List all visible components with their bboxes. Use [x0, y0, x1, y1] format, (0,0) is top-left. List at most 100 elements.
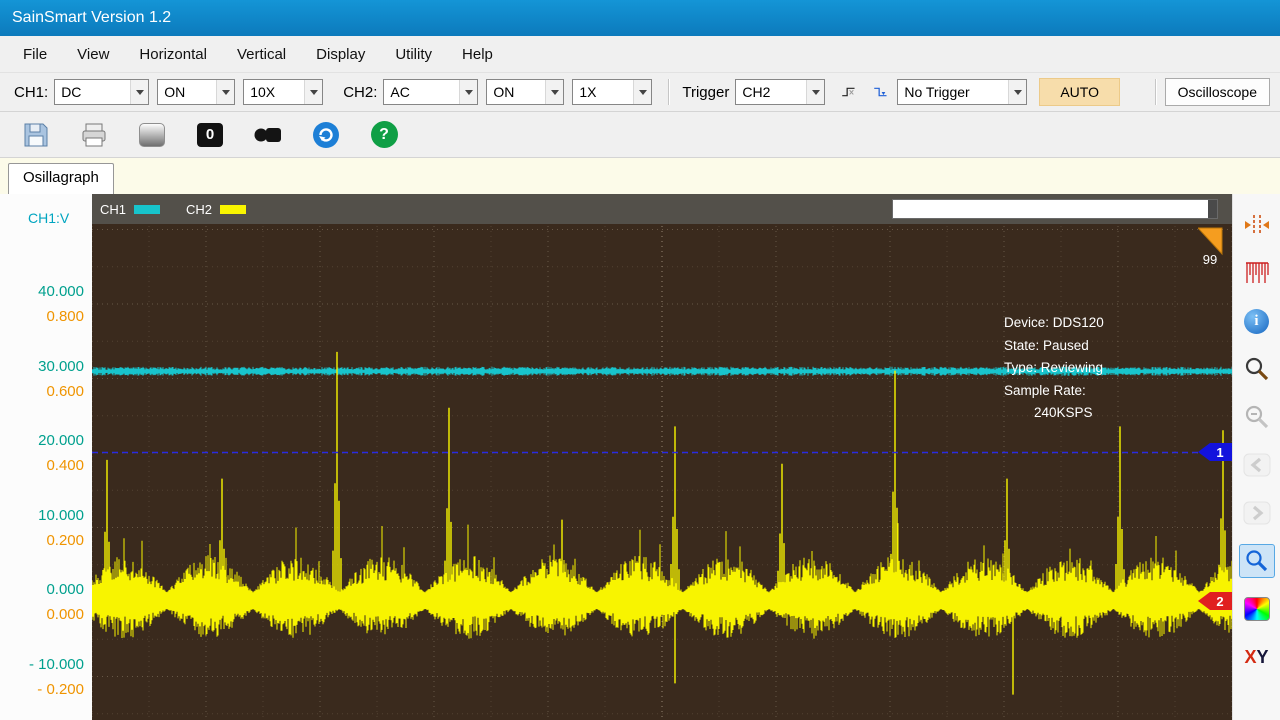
- window-title: SainSmart Version 1.2: [12, 9, 171, 27]
- ch1-tick: - 10.000: [4, 656, 84, 673]
- ch1-tick: 20.000: [4, 432, 84, 449]
- ch2-color-swatch: [220, 205, 246, 214]
- titlebar[interactable]: SainSmart Version 1.2: [0, 0, 1280, 36]
- palette-button[interactable]: [1239, 592, 1275, 626]
- ch1-tick: 10.000: [4, 507, 84, 524]
- legend: CH1 CH2: [100, 194, 246, 224]
- ch1-label: CH1:: [14, 84, 48, 101]
- palette-icon: [1244, 597, 1270, 621]
- ch1-coupling-select[interactable]: DC: [54, 79, 149, 105]
- zoom-out-icon: [1243, 403, 1271, 431]
- ch1-state-select[interactable]: ON: [157, 79, 235, 105]
- zero-icon: 0: [197, 123, 223, 147]
- legend-ch1: CH1: [100, 202, 160, 217]
- ch2-zero-marker[interactable]: 2: [1198, 591, 1232, 611]
- device-state: State: Paused: [1004, 335, 1104, 358]
- device-info: Device: DDS120 State: Paused Type: Revie…: [1004, 312, 1104, 425]
- ch2-state-select[interactable]: ON: [486, 79, 564, 105]
- info-icon: [1244, 309, 1269, 334]
- scope-plot[interactable]: CH1 CH2 99 Device: DDS120 State: Paused T…: [92, 194, 1232, 720]
- sample-lines-button[interactable]: [1239, 256, 1275, 290]
- xy-mode-button[interactable]: XY: [1239, 640, 1275, 674]
- menu-item-help[interactable]: Help: [447, 39, 508, 70]
- zoom-in-button[interactable]: [1239, 352, 1275, 386]
- menu-item-vertical[interactable]: Vertical: [222, 39, 301, 70]
- position-scrollbar[interactable]: [892, 199, 1218, 219]
- chevron-down-icon: [545, 80, 563, 104]
- ch2-tick: 0.400: [4, 457, 84, 474]
- print-button[interactable]: [76, 118, 112, 152]
- menu-item-horizontal[interactable]: Horizontal: [124, 39, 222, 70]
- background-toggle-button[interactable]: [134, 118, 170, 152]
- chevron-down-icon: [806, 80, 824, 104]
- toolbar-separator: [668, 79, 670, 105]
- xy-icon: XY: [1244, 647, 1268, 668]
- cursor-position-button[interactable]: [1239, 208, 1275, 242]
- chevron-down-icon: [1008, 80, 1026, 104]
- menu-item-display[interactable]: Display: [301, 39, 380, 70]
- ch2-coupling-select[interactable]: AC: [383, 79, 478, 105]
- right-toolbar: XY: [1232, 194, 1280, 720]
- trigger-mode-select[interactable]: No Trigger: [897, 79, 1027, 105]
- trigger-label: Trigger: [682, 84, 729, 101]
- trigger-level-marker[interactable]: 1: [1198, 442, 1232, 462]
- ch2-marker-label: 2: [1216, 594, 1223, 609]
- scope-content: CH1:V 40.000 30.000 20.000 10.000 0.000 - 10.…: [0, 194, 1280, 720]
- device-name: Device: DDS120: [1004, 312, 1104, 335]
- trigger-falling-button[interactable]: [867, 79, 895, 105]
- device-type: Type: Reviewing: [1004, 357, 1104, 380]
- camera-icon: [253, 122, 283, 148]
- sample-rate-label: Sample Rate:: [1004, 380, 1104, 403]
- tab-bar: Osillagraph: [0, 158, 1280, 194]
- tab-osillagraph[interactable]: Osillagraph: [8, 163, 114, 194]
- save-button[interactable]: [18, 118, 54, 152]
- menu-item-file[interactable]: File: [8, 39, 62, 70]
- arrow-left-icon: [1243, 451, 1271, 479]
- back-button[interactable]: [1239, 448, 1275, 482]
- chevron-down-icon: [216, 80, 234, 104]
- scrollbar-end[interactable]: [1208, 200, 1217, 218]
- trigger-marker-label: 1: [1216, 445, 1223, 460]
- app-window: SainSmart Version 1.2 FileViewHorizontal…: [0, 0, 1280, 720]
- menu-item-utility[interactable]: Utility: [380, 39, 447, 70]
- chevron-down-icon: [130, 80, 148, 104]
- legend-ch2: CH2: [186, 202, 246, 217]
- ch2-tick: 0.000: [4, 606, 84, 623]
- ch2-probe-select[interactable]: 1X: [572, 79, 652, 105]
- chevron-down-icon: [633, 80, 651, 104]
- cursor-position-icon: [1243, 212, 1271, 238]
- toolbar-separator: [1155, 79, 1157, 105]
- search-zoom-button[interactable]: [1239, 544, 1275, 578]
- waveform-canvas[interactable]: [92, 194, 1232, 720]
- ch2-tick: 0.800: [4, 308, 84, 325]
- ch2-tick: 0.600: [4, 383, 84, 400]
- ch2-tick: 0.200: [4, 532, 84, 549]
- refresh-icon: [311, 120, 341, 150]
- help-button[interactable]: [366, 118, 402, 152]
- refresh-button[interactable]: [308, 118, 344, 152]
- chevron-down-icon: [459, 80, 477, 104]
- menu-item-view[interactable]: View: [62, 39, 124, 70]
- info-button[interactable]: [1239, 304, 1275, 338]
- axis-title: CH1:V: [28, 210, 69, 226]
- position-value: 99: [1196, 252, 1224, 267]
- record-button[interactable]: [250, 118, 286, 152]
- toolbar-channels: CH1: DC ON 10X CH2: AC ON 1X Trigger C: [0, 72, 1280, 112]
- zoom-in-icon: [1243, 355, 1271, 383]
- zoom-out-button[interactable]: [1239, 400, 1275, 434]
- falling-edge-icon: [873, 81, 889, 103]
- arrow-right-icon: [1243, 499, 1271, 527]
- forward-button[interactable]: [1239, 496, 1275, 530]
- printer-icon: [80, 122, 108, 148]
- ch1-probe-select[interactable]: 10X: [243, 79, 323, 105]
- trigger-source-select[interactable]: CH2: [735, 79, 825, 105]
- zero-button[interactable]: 0: [192, 118, 228, 152]
- chevron-down-icon: [304, 80, 322, 104]
- trigger-rising-button[interactable]: [835, 79, 863, 105]
- oscilloscope-button[interactable]: Oscilloscope: [1165, 78, 1270, 106]
- ch1-tick: 40.000: [4, 283, 84, 300]
- ch1-tick: 30.000: [4, 358, 84, 375]
- auto-button[interactable]: AUTO: [1039, 78, 1120, 106]
- ch2-tick: - 0.200: [4, 681, 84, 698]
- ch1-color-swatch: [134, 205, 160, 214]
